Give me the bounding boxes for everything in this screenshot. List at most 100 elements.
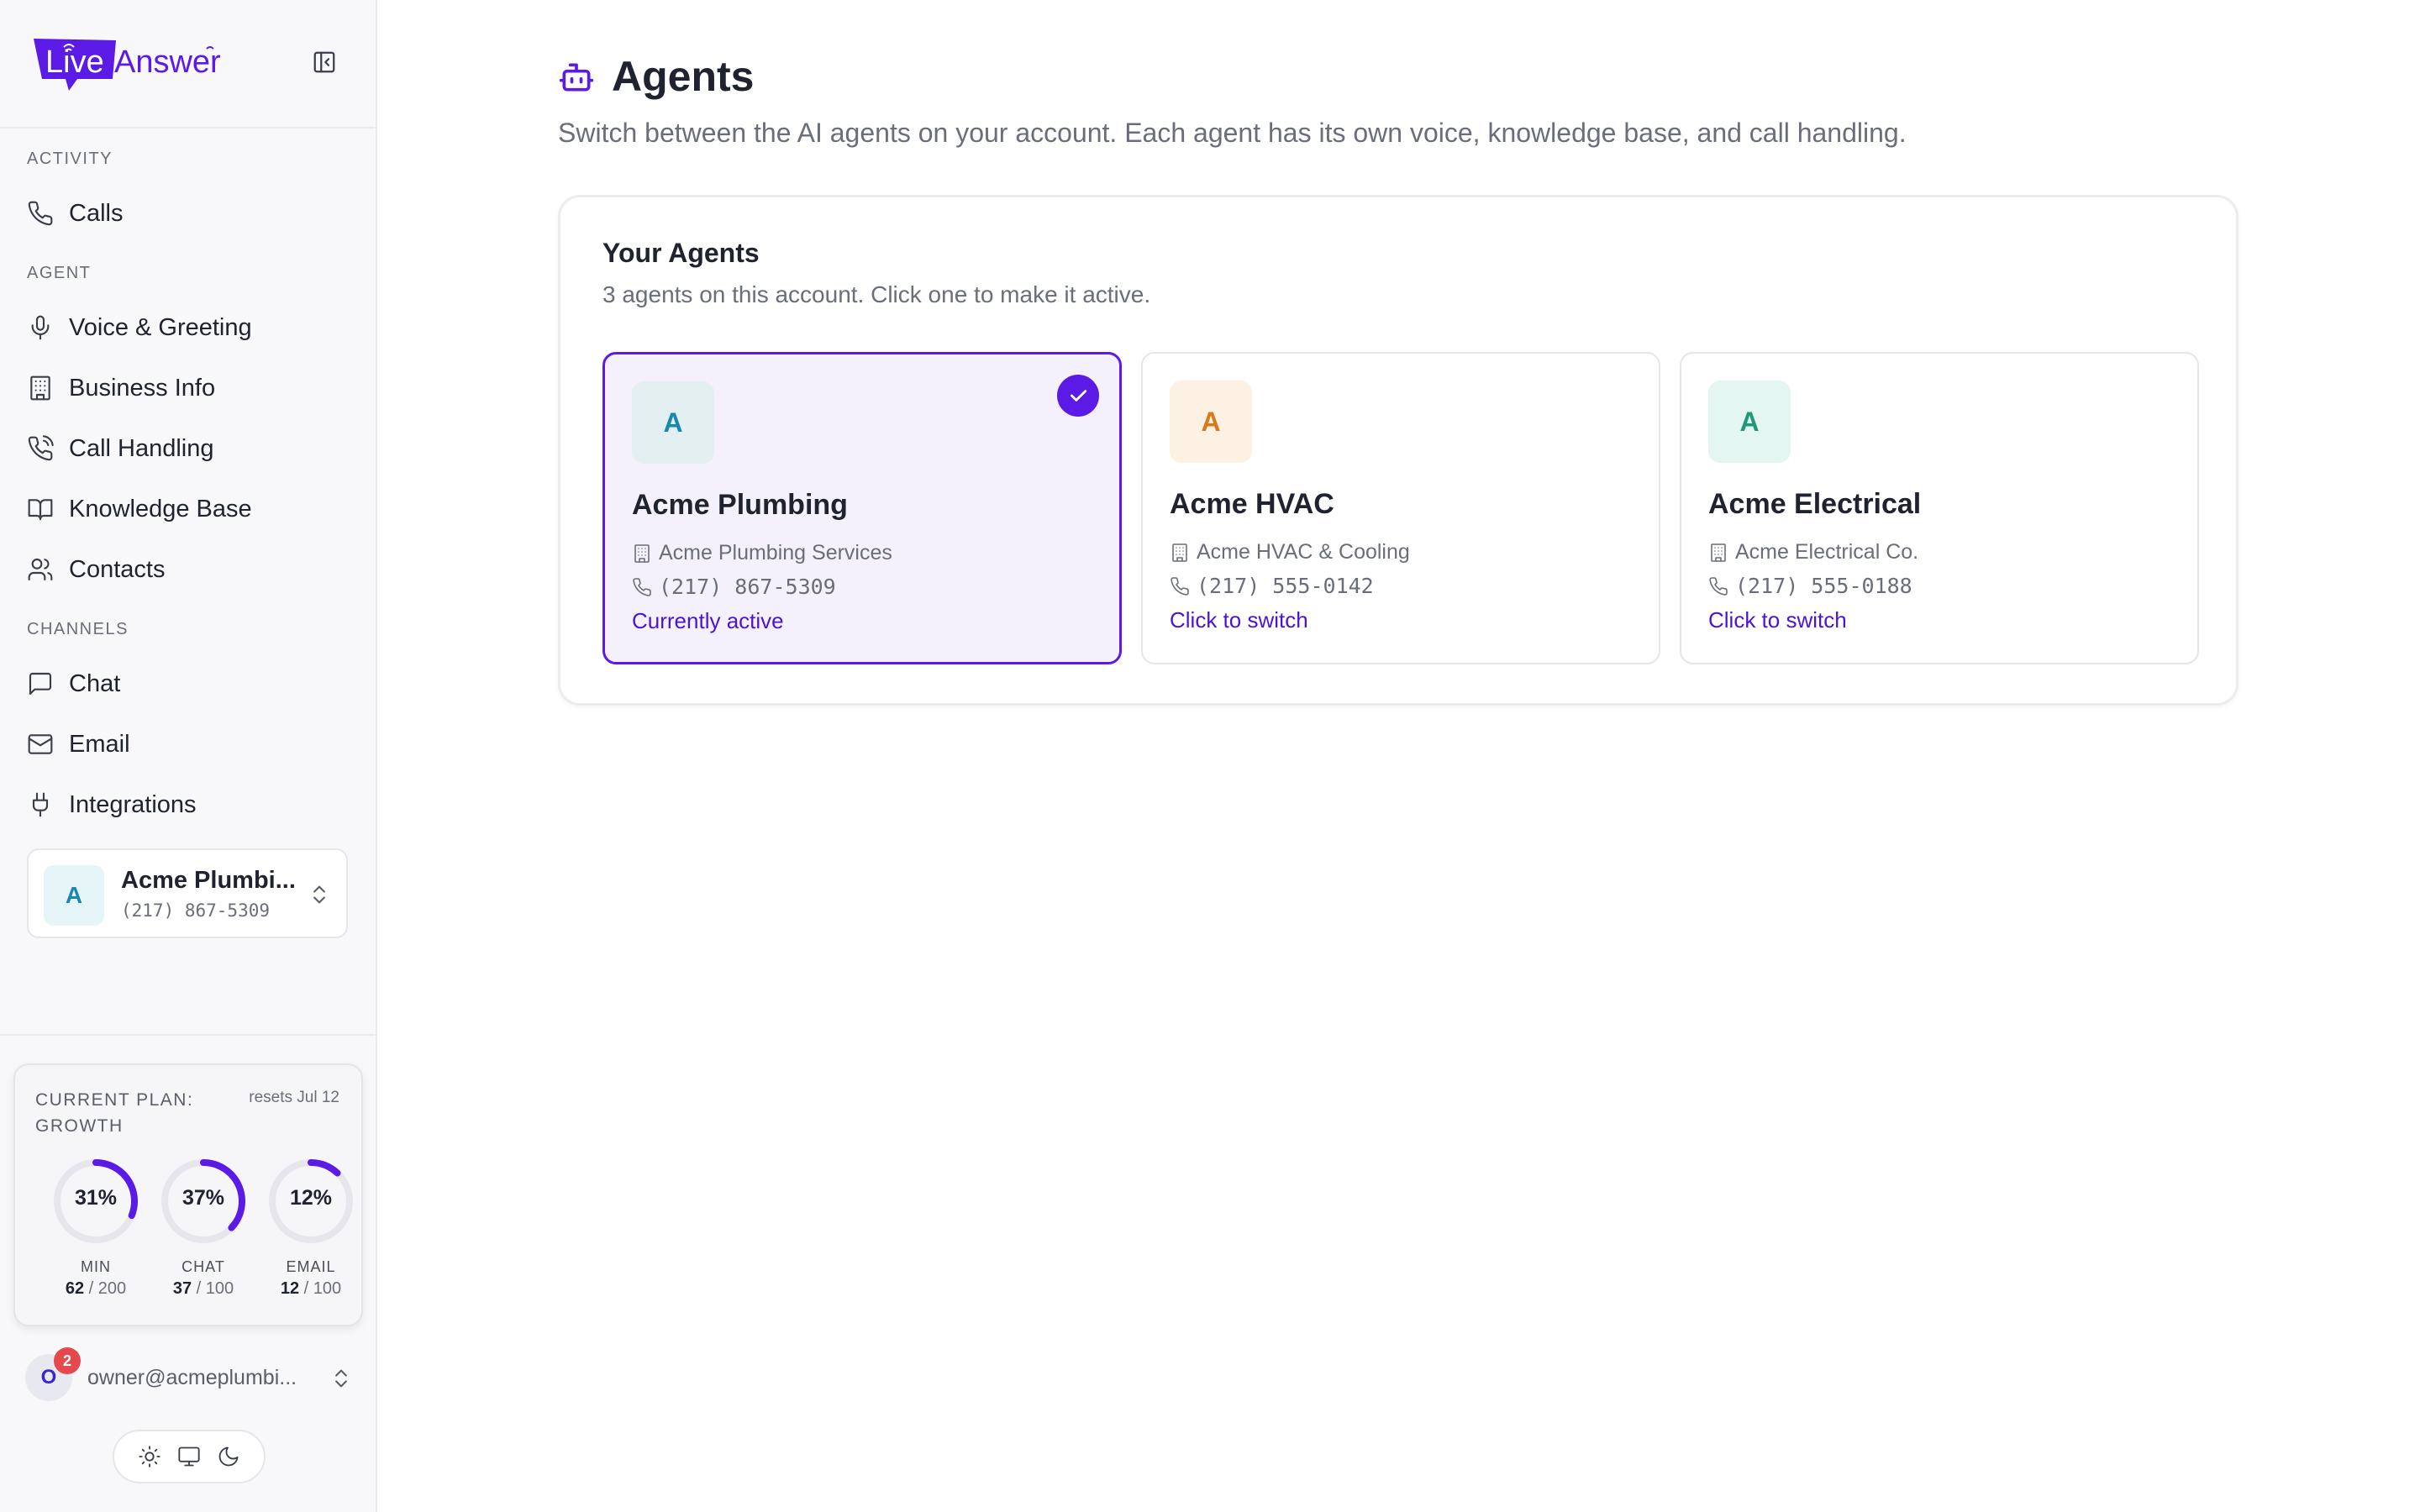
phone-call-icon [28,435,54,461]
agent-card-acme-plumbing[interactable]: A Acme Plumbing Acme Plumbing Services (… [602,352,1122,664]
sidebar-item-chat[interactable]: Chat [20,659,356,709]
agent-status: Currently active [632,608,784,633]
agent-phone-line: (217) 555-0142 [1170,574,1374,598]
agent-name: Acme Plumbing [632,489,848,521]
agent-business: Acme Electrical Co. [1735,540,1919,564]
agent-switcher-name: Acme Plumbi... [121,867,296,894]
mail-icon [28,734,53,754]
sidebar-item-business-info[interactable]: Business Info [20,363,356,413]
agent-avatar: A [1708,381,1791,463]
sidebar-item-knowledge-base[interactable]: Knowledge Base [20,484,356,534]
building-icon [1711,543,1726,562]
phone-icon [28,201,53,226]
gauge-total: / 100 [196,1279,234,1298]
gauge-chat: 37% CHAT 37 / 100 [153,1156,254,1307]
sidebar-item-label: Business Info [69,374,216,402]
agent-avatar: A [1170,381,1252,463]
monitor-icon[interactable] [177,1445,201,1468]
sidebar-item-contacts[interactable]: Contacts [20,544,356,595]
plan-reset-date: resets Jul 12 [249,1089,339,1106]
gauge-percent: 12% [289,1186,333,1210]
user-menu[interactable]: O 2 owner@acmeplumbi... [25,1347,353,1403]
agent-name: Acme Electrical [1708,488,1922,520]
phone-icon [633,577,651,596]
user-email: owner@acmeplumbi... [87,1366,297,1389]
gauge-label: CHAT [182,1258,225,1275]
plan-usage-card: CURRENT PLAN: GROWTH resets Jul 12 31% M… [13,1063,363,1326]
gauge-percent: 37% [182,1186,225,1210]
sun-icon[interactable] [138,1445,161,1468]
phone-icon [1709,576,1728,596]
sidebar-item-label: Calls [69,199,124,227]
gauge-count: 12 / 100 [260,1279,361,1299]
moon-icon[interactable] [217,1445,240,1468]
section-label-channels: CHANNELS [27,620,129,638]
panel-subtitle: 3 agents on this account. Click one to m… [602,281,1151,307]
agent-phone-line: (217) 867-5309 [632,575,836,599]
agent-card-acme-electrical[interactable]: A Acme Electrical Acme Electrical Co. (2… [1680,352,2199,664]
building-icon [1172,543,1187,562]
agent-business: Acme HVAC & Cooling [1197,540,1410,564]
plug-icon [32,792,49,817]
plan-title: CURRENT PLAN: GROWTH [35,1090,194,1136]
switch-agent-link[interactable]: Click to switch [1708,607,1847,633]
agent-business-line: Acme Electrical Co. [1708,540,1918,564]
building-icon [634,543,650,563]
microphone-icon [31,315,50,340]
gauge-count: 37 / 100 [153,1279,254,1299]
agent-business: Acme Plumbing Services [659,541,892,564]
sidebar-item-label: Chat [69,669,121,697]
gauge-total: / 200 [88,1279,127,1298]
logo-text-answer: Answer [114,45,221,80]
phone-icon [1171,576,1189,596]
sidebar: Live Answer ACTIVITY Calls AGENT Voice &… [0,0,377,1512]
agent-switcher-phone: (217) 867-5309 [121,900,271,921]
notification-badge[interactable]: 2 [54,1347,81,1374]
section-label-activity: ACTIVITY [27,150,113,168]
liveanswer-logo[interactable]: Live Answer [32,35,242,94]
agent-avatar: A [632,381,714,464]
agent-switcher-avatar: A [44,865,104,926]
page-subtitle: Switch between the AI agents on your acc… [558,118,1907,148]
message-square-icon [29,672,52,696]
gauge-count: 62 / 200 [45,1279,146,1299]
users-icon [28,558,53,581]
sidebar-item-label: Contacts [69,555,166,583]
panel-title: Your Agents [602,238,760,268]
sidebar-item-label: Call Handling [69,434,214,462]
agent-card-acme-hvac[interactable]: A Acme HVAC Acme HVAC & Cooling (217) 55… [1141,352,1660,664]
chevrons-up-down-icon [335,1369,347,1388]
logo-text-live: Live [45,45,104,80]
agent-phone: (217) 555-0188 [1735,574,1912,598]
sidebar-item-calls[interactable]: Calls [20,188,356,239]
page-title: Agents [612,53,755,100]
theme-toggle [113,1430,266,1483]
gauge-email: 12% EMAIL 12 / 100 [260,1156,361,1307]
section-label-agent: AGENT [27,264,92,282]
sidebar-item-voice-greeting[interactable]: Voice & Greeting [20,302,356,353]
sidebar-item-integrations[interactable]: Integrations [20,780,356,830]
book-open-icon [28,499,53,521]
agent-business-line: Acme Plumbing Services [632,541,892,565]
gauge-percent: 31% [74,1186,118,1210]
gauge-used: 12 [280,1279,300,1298]
bot-icon [559,63,594,92]
gauge-minutes: 31% MIN 62 / 200 [45,1156,146,1307]
sidebar-item-label: Integrations [69,790,197,818]
agent-phone: (217) 555-0142 [1197,574,1374,598]
gauge-total: / 100 [303,1279,342,1298]
check-icon [1071,390,1087,402]
collapse-sidebar-button[interactable] [309,47,339,77]
sidebar-item-call-handling[interactable]: Call Handling [20,423,356,474]
sidebar-divider [0,1034,376,1036]
logo-row: Live Answer [0,0,376,129]
switch-agent-link[interactable]: Click to switch [1170,607,1308,633]
building-icon [30,375,50,401]
agent-name: Acme HVAC [1170,488,1334,520]
sidebar-item-email[interactable]: Email [20,719,356,769]
active-check-badge [1057,375,1099,417]
agent-switcher[interactable]: A Acme Plumbi... (217) 867-5309 [27,848,348,938]
chevrons-up-down-icon [313,885,325,904]
agents-panel: Your Agents 3 agents on this account. Cl… [558,195,2238,706]
sidebar-item-label: Knowledge Base [69,495,252,522]
